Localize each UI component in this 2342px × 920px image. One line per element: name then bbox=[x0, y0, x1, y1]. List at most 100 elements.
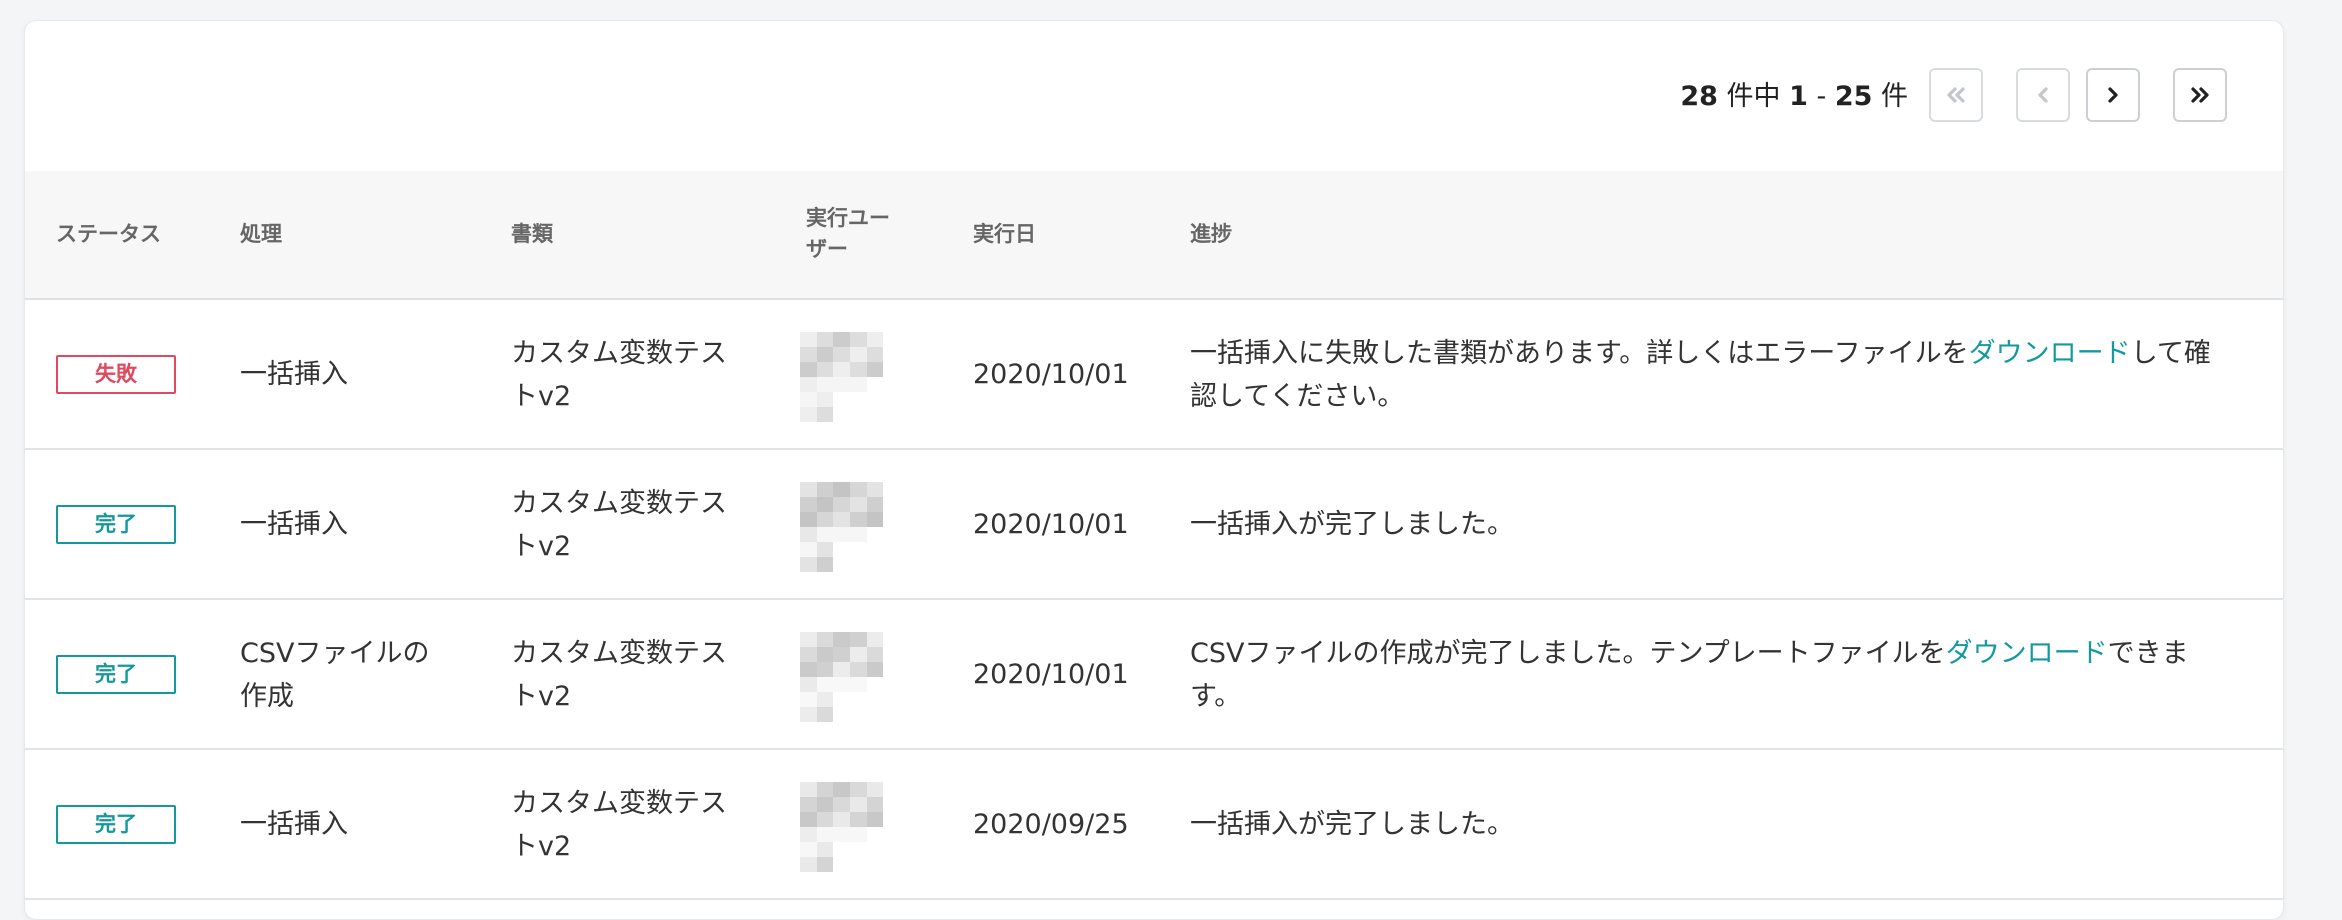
avatar-pixel bbox=[800, 857, 817, 872]
avatar-pixel bbox=[883, 377, 900, 392]
avatar-pixel bbox=[866, 497, 884, 512]
avatar-pixel bbox=[866, 362, 884, 377]
avatar-pixel bbox=[849, 542, 867, 557]
pagination-bar: 28 件中 1 - 25 件 bbox=[25, 21, 2283, 171]
avatar-pixel bbox=[866, 407, 884, 422]
user-avatar bbox=[800, 782, 900, 872]
document-line2: トv2 bbox=[511, 831, 572, 862]
download-link[interactable]: ダウンロード bbox=[1946, 638, 2108, 669]
process-line1: 一括挿入 bbox=[240, 509, 348, 540]
avatar-pixel bbox=[800, 707, 817, 722]
avatar-pixel bbox=[816, 392, 834, 407]
progress-text-after: できま bbox=[2107, 638, 2189, 669]
header-user-line2: ザー bbox=[806, 237, 848, 261]
date-cell: 2020/10/01 bbox=[973, 509, 1129, 540]
avatar-pixel bbox=[849, 857, 867, 872]
avatar-pixel bbox=[866, 692, 884, 707]
avatar-pixel bbox=[866, 647, 884, 662]
date-cell: 2020/10/01 bbox=[973, 359, 1129, 390]
document-line2: トv2 bbox=[511, 681, 572, 712]
avatar-pixel bbox=[816, 557, 834, 572]
avatar-pixel bbox=[849, 527, 867, 542]
header-user[interactable]: 実行ユー ザー bbox=[806, 203, 890, 265]
header-process[interactable]: 処理 bbox=[240, 219, 282, 250]
avatar-pixel bbox=[849, 557, 867, 572]
avatar-pixel bbox=[883, 332, 900, 347]
document-line1: カスタム変数テス bbox=[511, 488, 727, 519]
avatar-pixel bbox=[833, 677, 850, 692]
avatar-pixel bbox=[833, 857, 850, 872]
header-progress[interactable]: 進捗 bbox=[1190, 219, 1232, 250]
unit-label: 件 bbox=[1881, 81, 1908, 112]
avatar-pixel bbox=[816, 542, 834, 557]
avatar-pixel bbox=[833, 407, 850, 422]
avatar-pixel bbox=[800, 482, 817, 497]
avatar-pixel bbox=[883, 497, 900, 512]
avatar-pixel bbox=[816, 527, 834, 542]
header-document[interactable]: 書類 bbox=[511, 219, 553, 250]
avatar-pixel bbox=[816, 842, 834, 857]
avatar-pixel bbox=[883, 812, 900, 827]
avatar-pixel bbox=[800, 407, 817, 422]
avatar-pixel bbox=[849, 812, 867, 827]
date-cell: 2020/10/01 bbox=[973, 659, 1129, 690]
download-link[interactable]: ダウンロード bbox=[1969, 338, 2131, 369]
avatar-pixel bbox=[849, 347, 867, 362]
document-cell: カスタム変数テス トv2 bbox=[511, 632, 727, 718]
avatar-pixel bbox=[866, 542, 884, 557]
process-cell: CSVファイルの 作成 bbox=[240, 632, 429, 718]
avatar-pixel bbox=[816, 512, 834, 527]
document-cell: カスタム変数テス トv2 bbox=[511, 482, 727, 568]
avatar-pixel bbox=[883, 842, 900, 857]
avatar-pixel bbox=[833, 362, 850, 377]
avatar-pixel bbox=[800, 377, 817, 392]
avatar-pixel bbox=[866, 347, 884, 362]
avatar-pixel bbox=[883, 677, 900, 692]
avatar-pixel bbox=[833, 542, 850, 557]
of-label: 件中 bbox=[1726, 81, 1781, 112]
range-end: 25 bbox=[1834, 81, 1873, 112]
avatar-pixel bbox=[816, 632, 834, 647]
avatar-pixel bbox=[849, 782, 867, 797]
progress-text: CSVファイルの作成が完了しました。テンプレートファイルを bbox=[1190, 638, 1946, 669]
table-header: ステータス 処理 書類 実行ユー ザー 実行日 進捗 bbox=[25, 171, 2283, 300]
avatar-pixel bbox=[866, 677, 884, 692]
avatar-pixel bbox=[883, 542, 900, 557]
document-line2: トv2 bbox=[511, 531, 572, 562]
last-page-button[interactable] bbox=[2173, 68, 2227, 122]
avatar-pixel bbox=[849, 632, 867, 647]
avatar-pixel bbox=[866, 377, 884, 392]
avatar-pixel bbox=[833, 782, 850, 797]
avatar-pixel bbox=[800, 497, 817, 512]
avatar-pixel bbox=[800, 662, 817, 677]
header-status[interactable]: ステータス bbox=[56, 219, 161, 250]
table-row: 完了 CSVファイルの 作成 カスタム変数テス トv2 2020/10/01 C… bbox=[25, 600, 2283, 750]
avatar-pixel bbox=[849, 797, 867, 812]
job-history-card: 28 件中 1 - 25 件 ステータス 処理 書類 実行ユー ザー 実行日 進… bbox=[24, 20, 2284, 920]
avatar-pixel bbox=[866, 632, 884, 647]
avatar-pixel bbox=[800, 392, 817, 407]
process-cell: 一括挿入 bbox=[240, 353, 348, 396]
document-line1: カスタム変数テス bbox=[511, 338, 727, 369]
avatar-pixel bbox=[849, 332, 867, 347]
avatar-pixel bbox=[866, 797, 884, 812]
user-avatar bbox=[800, 332, 900, 422]
avatar-pixel bbox=[883, 827, 900, 842]
avatar-pixel bbox=[816, 407, 834, 422]
avatar-pixel bbox=[816, 332, 834, 347]
avatar-pixel bbox=[800, 332, 817, 347]
total-count: 28 bbox=[1680, 81, 1718, 112]
avatar-pixel bbox=[883, 797, 900, 812]
progress-text-line2: 認してください。 bbox=[1190, 381, 1405, 412]
avatar-pixel bbox=[800, 692, 817, 707]
avatar-pixel bbox=[833, 662, 850, 677]
avatar-pixel bbox=[883, 482, 900, 497]
header-date[interactable]: 実行日 bbox=[973, 219, 1036, 250]
first-page-button[interactable] bbox=[1929, 68, 1983, 122]
avatar-pixel bbox=[833, 797, 850, 812]
next-page-button[interactable] bbox=[2086, 68, 2140, 122]
avatar-pixel bbox=[833, 512, 850, 527]
avatar-pixel bbox=[800, 782, 817, 797]
prev-page-button[interactable] bbox=[2016, 68, 2070, 122]
avatar-pixel bbox=[833, 842, 850, 857]
